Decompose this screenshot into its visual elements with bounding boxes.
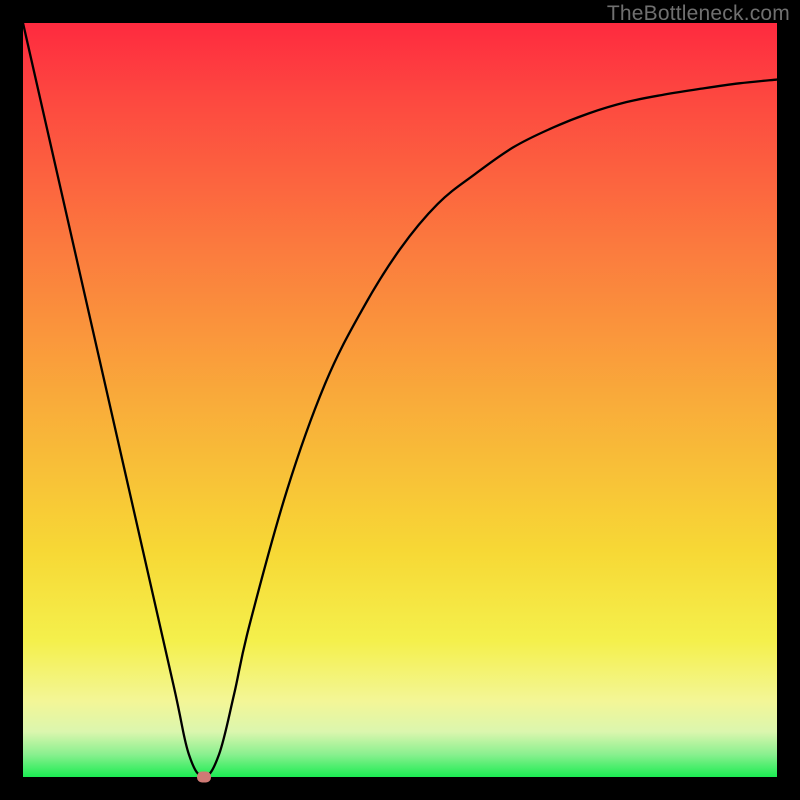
optimum-marker: [197, 772, 211, 783]
plot-area: [23, 23, 777, 777]
bottleneck-curve: [23, 23, 777, 777]
watermark-text: TheBottleneck.com: [607, 2, 790, 26]
chart-container: TheBottleneck.com: [0, 0, 800, 800]
curve-layer: [23, 23, 777, 777]
